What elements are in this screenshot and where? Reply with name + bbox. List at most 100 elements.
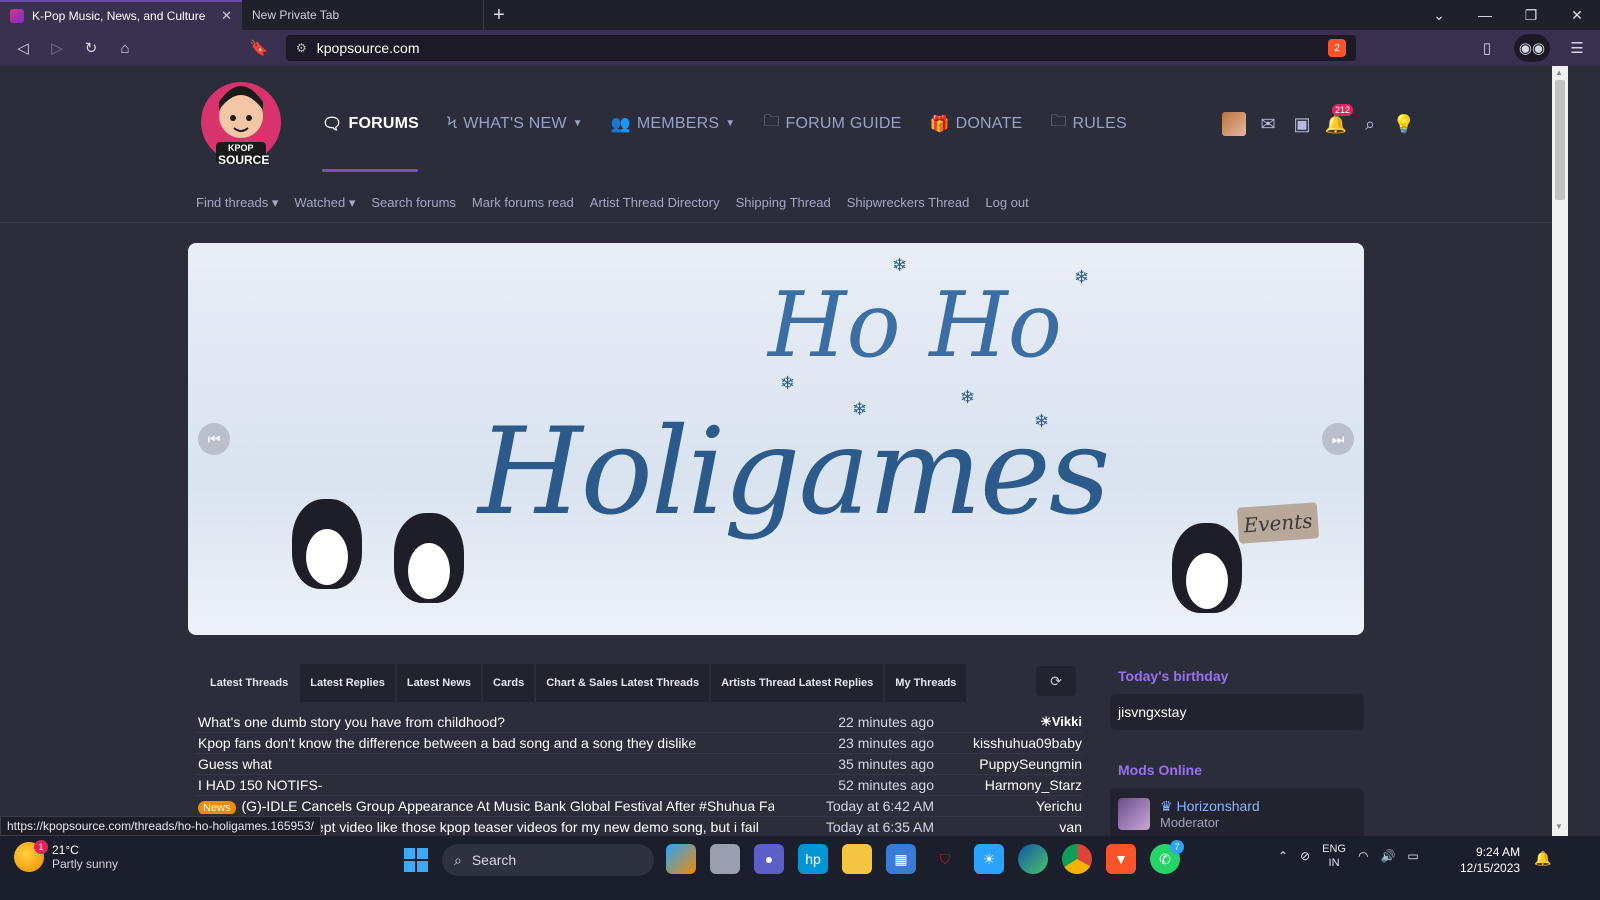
thread-user[interactable]: ☀Vikki — [934, 714, 1082, 730]
table-row[interactable]: What's one dumb story you have from chil… — [196, 712, 1082, 733]
avatar[interactable] — [1118, 798, 1150, 830]
nav-rules[interactable]: 🗀 RULES — [1050, 110, 1127, 137]
bell-icon[interactable]: 🔔 212 — [1324, 104, 1354, 136]
network-off-icon[interactable]: ⊘ — [1300, 849, 1310, 863]
subnav-watched[interactable]: Watched ▾ — [294, 195, 355, 211]
chevron-down-icon[interactable]: ▼ — [725, 118, 735, 129]
scroll-down-icon[interactable]: ▼ — [1555, 822, 1563, 831]
wifi-icon[interactable]: ◠ — [1358, 849, 1368, 863]
nav-donate[interactable]: 🎁 DONATE — [930, 114, 1023, 134]
file-explorer-window-icon[interactable] — [710, 844, 740, 874]
brave-shield-icon[interactable]: 2 — [1328, 39, 1346, 57]
user-avatar[interactable] — [1222, 112, 1246, 136]
table-row[interactable]: Kpop fans don't know the difference betw… — [196, 733, 1082, 754]
minimize-icon[interactable]: — — [1462, 0, 1508, 30]
thread-user[interactable]: Harmony_Starz — [934, 777, 1082, 793]
subnav-shipwreckers-thread[interactable]: Shipwreckers Thread — [847, 195, 970, 211]
home-icon[interactable]: ⌂ — [110, 34, 140, 62]
mail-icon[interactable]: ✉ — [1256, 112, 1280, 136]
scroll-up-icon[interactable]: ▲ — [1555, 68, 1563, 77]
tab-artists-thread[interactable]: Artists Thread Latest Replies — [711, 664, 884, 702]
private-mask-icon[interactable]: ◉◉ — [1514, 34, 1550, 62]
thread-title[interactable]: News (G)-IDLE Cancels Group Appearance At… — [196, 798, 774, 814]
table-row[interactable]: Guess what 35 minutes ago PuppySeungmin — [196, 754, 1082, 775]
thread-user[interactable]: PuppySeungmin — [934, 756, 1082, 772]
tab-chart-sales[interactable]: Chart & Sales Latest Threads — [536, 664, 710, 702]
tab-kpop-source[interactable]: K-Pop Music, News, and Culture ✕ — [0, 0, 242, 30]
thread-title[interactable]: I HAD 150 NOTIFS- — [196, 777, 774, 793]
thread-user[interactable]: Yerichu — [934, 798, 1082, 814]
thread-title[interactable]: Kpop fans don't know the difference betw… — [196, 735, 774, 751]
new-tab-button[interactable]: + — [484, 4, 514, 27]
sidebar-icon[interactable]: ▯ — [1472, 34, 1502, 62]
reload-icon[interactable]: ↻ — [76, 34, 106, 62]
search-icon[interactable]: ⌕ — [1358, 112, 1382, 136]
mod-name[interactable]: ♛ Horizonshard — [1160, 798, 1260, 815]
maximize-icon[interactable]: ❐ — [1508, 0, 1554, 30]
table-row[interactable]: ept video like those kpop teaser videos … — [196, 817, 1082, 836]
tab-my-threads[interactable]: My Threads — [885, 664, 967, 702]
nav-forum-guide[interactable]: 🗀 FORUM GUIDE — [763, 110, 901, 137]
tab-search-chevron-icon[interactable]: ⌄ — [1416, 0, 1462, 30]
thread-user[interactable]: kisshuhua09baby — [934, 735, 1082, 751]
weather-app-icon[interactable]: ☀ — [974, 844, 1004, 874]
subnav-log-out[interactable]: Log out — [985, 195, 1028, 211]
table-row[interactable]: News (G)-IDLE Cancels Group Appearance At… — [196, 796, 1082, 817]
back-icon[interactable]: ◁ — [8, 34, 38, 62]
menu-icon[interactable]: ☰ — [1562, 34, 1592, 62]
subnav-shipping-thread[interactable]: Shipping Thread — [736, 195, 831, 211]
volume-icon[interactable]: 🔊 — [1380, 849, 1395, 863]
store-icon[interactable]: ▦ — [886, 844, 916, 874]
tab-cards[interactable]: Cards — [483, 664, 535, 702]
lightbulb-icon[interactable]: 💡 — [1392, 112, 1416, 136]
language-indicator[interactable]: ENG IN — [1322, 842, 1346, 870]
banner-prev-icon[interactable]: ⏮ — [198, 423, 230, 455]
window-close-icon[interactable]: ✕ — [1554, 0, 1600, 30]
chevron-up-icon[interactable]: ⌃ — [1278, 849, 1288, 863]
brave-icon[interactable]: ▼ — [1106, 844, 1136, 874]
edge-icon[interactable] — [1018, 844, 1048, 874]
tab-latest-threads[interactable]: Latest Threads — [200, 664, 299, 702]
mcafee-icon[interactable]: ⛉ — [930, 844, 960, 874]
close-icon[interactable]: ✕ — [221, 8, 232, 24]
nav-whats-new[interactable]: ϟ WHAT'S NEW ▼ — [447, 115, 583, 133]
address-bar[interactable]: ⚙ kpopsource.com 2 — [286, 35, 1356, 61]
folder-icon[interactable] — [842, 844, 872, 874]
ticket-icon[interactable]: ▣ — [1290, 112, 1314, 136]
scrollbar-thumb[interactable] — [1555, 80, 1565, 200]
thread-title[interactable]: What's one dumb story you have from chil… — [196, 714, 774, 730]
windows-start-icon[interactable] — [404, 848, 428, 872]
whatsapp-icon[interactable]: ✆ 7 — [1150, 840, 1184, 874]
subnav-artist-directory[interactable]: Artist Thread Directory — [590, 195, 720, 211]
banner-holigames: Holigames — [478, 403, 1110, 542]
subnav-search-forums[interactable]: Search forums — [371, 195, 456, 211]
subnav-mark-read[interactable]: Mark forums read — [472, 195, 574, 211]
teams-icon[interactable]: ● — [754, 844, 784, 874]
table-row[interactable]: I HAD 150 NOTIFS- 52 minutes ago Harmony… — [196, 775, 1082, 796]
refresh-icon[interactable]: ⟳ — [1036, 666, 1076, 696]
nav-members[interactable]: 👥 MEMBERS ▼ — [611, 114, 736, 134]
forward-icon[interactable]: ▷ — [42, 34, 72, 62]
banner-next-icon[interactable]: ⏭ — [1322, 423, 1354, 455]
birthday-user[interactable]: jisvngxstay — [1118, 704, 1186, 720]
page-scrollbar[interactable]: ▲ ▼ — [1552, 66, 1568, 836]
chrome-icon[interactable] — [1062, 844, 1092, 874]
battery-icon[interactable]: ▭ — [1407, 849, 1418, 863]
holigames-banner[interactable]: ❄ ❄ ❄ ❄ ❄ ❄ Ho Ho Holigames Events ⏮ ⏭ — [188, 243, 1364, 635]
subnav-find-threads[interactable]: Find threads ▾ — [196, 195, 278, 211]
tab-latest-replies[interactable]: Latest Replies — [300, 664, 395, 702]
thread-user[interactable]: van — [934, 819, 1082, 835]
nav-forums[interactable]: 🗨 FORUMS — [322, 114, 419, 134]
chevron-down-icon[interactable]: ▼ — [573, 118, 583, 129]
notification-bell-icon[interactable]: 🔔 — [1534, 850, 1551, 867]
hp-icon[interactable]: hp — [798, 844, 828, 874]
site-info-icon[interactable]: ⚙ — [296, 41, 307, 55]
bookmark-icon[interactable]: 🔖 — [244, 34, 274, 62]
tab-private[interactable]: New Private Tab — [242, 0, 484, 30]
tab-latest-news[interactable]: Latest News — [396, 664, 482, 702]
copilot-icon[interactable] — [666, 844, 696, 874]
weather-widget[interactable]: 1 21°C Partly sunny — [14, 840, 118, 872]
clock[interactable]: 9:24 AM 12/15/2023 — [1460, 844, 1520, 876]
taskbar-search[interactable]: ⌕ Search — [442, 844, 654, 876]
thread-title[interactable]: Guess what — [196, 756, 774, 772]
